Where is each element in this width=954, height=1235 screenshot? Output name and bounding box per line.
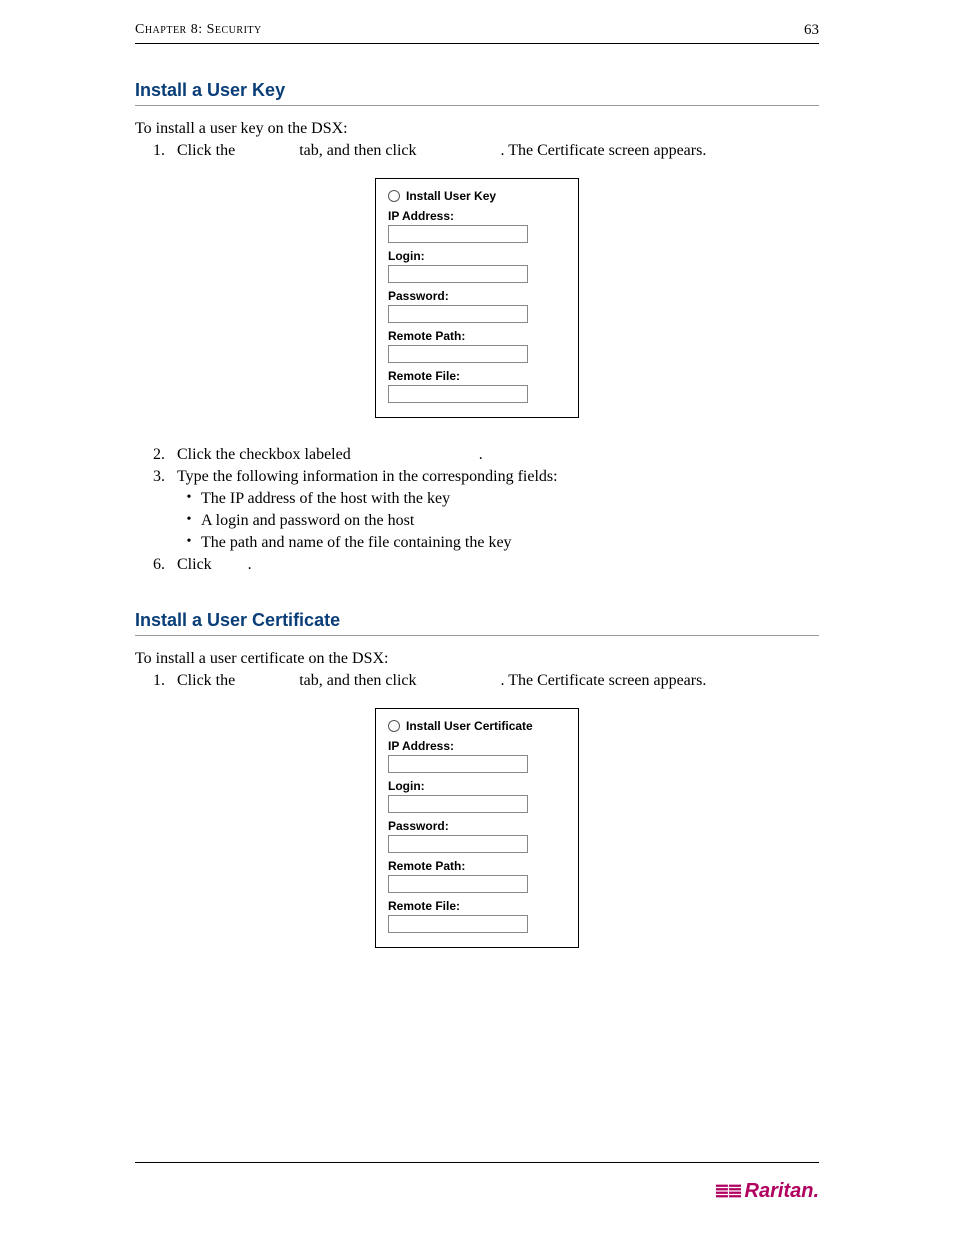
- bullet-icon: •: [177, 534, 201, 552]
- list-text: Type the following information in the co…: [177, 468, 558, 486]
- footer-divider: [135, 1162, 819, 1163]
- list-marker: 1.: [135, 142, 177, 160]
- list-text: The IP address of the host with the key: [201, 490, 450, 508]
- list-marker: 6.: [135, 556, 177, 574]
- input-remote-file[interactable]: [388, 385, 528, 403]
- input-ip-address[interactable]: [388, 755, 528, 773]
- label-ip-address: IP Address:: [388, 739, 566, 753]
- section-heading-install-user-key: Install a User Key: [135, 80, 819, 106]
- figure-install-user-key: Install User Key IP Address: Login: Pass…: [135, 178, 819, 418]
- ordered-list: 1. Click the tab, and then click . The C…: [135, 672, 819, 690]
- list-marker: 1.: [135, 672, 177, 690]
- page: Chapter 8: Security 63 Install a User Ke…: [0, 0, 954, 1235]
- list-text: The path and name of the file containing…: [201, 534, 512, 552]
- input-remote-file[interactable]: [388, 915, 528, 933]
- brand-name: Raritan.: [745, 1180, 819, 1203]
- list-marker: 3.: [135, 468, 177, 486]
- label-password: Password:: [388, 819, 566, 833]
- ordered-list-cont: 2. Click the checkbox labeled . 3. Type …: [135, 446, 819, 574]
- bullet-icon: •: [177, 490, 201, 508]
- label-ip-address: IP Address:: [388, 209, 566, 223]
- list-item: • The IP address of the host with the ke…: [135, 490, 819, 508]
- label-remote-file: Remote File:: [388, 899, 566, 913]
- label-login: Login:: [388, 249, 566, 263]
- input-password[interactable]: [388, 305, 528, 323]
- input-login[interactable]: [388, 265, 528, 283]
- chapter-label: Chapter 8: Security: [135, 22, 262, 39]
- list-marker: 2.: [135, 446, 177, 464]
- panel-install-user-certificate: Install User Certificate IP Address: Log…: [375, 708, 579, 948]
- radio-install-user-key[interactable]: Install User Key: [388, 189, 566, 203]
- list-item: 3. Type the following information in the…: [135, 468, 819, 486]
- panel-install-user-key: Install User Key IP Address: Login: Pass…: [375, 178, 579, 418]
- label-remote-path: Remote Path:: [388, 329, 566, 343]
- page-header: Chapter 8: Security 63: [135, 22, 819, 44]
- label-remote-path: Remote Path:: [388, 859, 566, 873]
- intro-text: To install a user key on the DSX:: [135, 120, 819, 138]
- list-text: Click the checkbox labeled .: [177, 446, 483, 464]
- input-login[interactable]: [388, 795, 528, 813]
- list-text: Click the tab, and then click . The Cert…: [177, 672, 706, 690]
- radio-icon: [388, 720, 400, 732]
- brand-logo: ≣≣ Raritan.: [714, 1180, 819, 1203]
- input-ip-address[interactable]: [388, 225, 528, 243]
- bullet-icon: •: [177, 512, 201, 530]
- list-text: Click .: [177, 556, 252, 574]
- label-remote-file: Remote File:: [388, 369, 566, 383]
- list-text: A login and password on the host: [201, 512, 414, 530]
- radio-install-user-certificate[interactable]: Install User Certificate: [388, 719, 566, 733]
- input-remote-path[interactable]: [388, 875, 528, 893]
- logo-icon: ≣≣: [714, 1181, 740, 1202]
- input-password[interactable]: [388, 835, 528, 853]
- radio-label: Install User Certificate: [406, 719, 533, 733]
- list-text: Click the tab, and then click . The Cert…: [177, 142, 706, 160]
- section-heading-install-user-certificate: Install a User Certificate: [135, 610, 819, 636]
- intro-text: To install a user certificate on the DSX…: [135, 650, 819, 668]
- label-login: Login:: [388, 779, 566, 793]
- list-item: • A login and password on the host: [135, 512, 819, 530]
- list-item: 2. Click the checkbox labeled .: [135, 446, 819, 464]
- input-remote-path[interactable]: [388, 345, 528, 363]
- list-item: 1. Click the tab, and then click . The C…: [135, 142, 819, 160]
- list-item: 1. Click the tab, and then click . The C…: [135, 672, 819, 690]
- radio-icon: [388, 190, 400, 202]
- list-item: 6. Click .: [135, 556, 819, 574]
- figure-install-user-certificate: Install User Certificate IP Address: Log…: [135, 708, 819, 948]
- label-password: Password:: [388, 289, 566, 303]
- page-number: 63: [804, 22, 819, 39]
- list-item: • The path and name of the file containi…: [135, 534, 819, 552]
- radio-label: Install User Key: [406, 189, 496, 203]
- ordered-list: 1. Click the tab, and then click . The C…: [135, 142, 819, 160]
